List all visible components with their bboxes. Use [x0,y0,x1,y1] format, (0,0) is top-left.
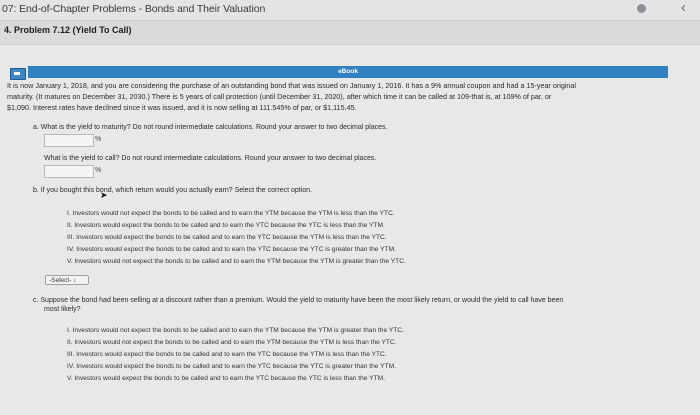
chevron-left-icon[interactable]: ‹ [681,0,686,16]
part-b-select[interactable]: -Select- ↕ [45,275,89,285]
intro-line-1: It is now January 1, 2018, and you are c… [7,81,576,90]
assignment-title: 07: End-of-Chapter Problems - Bonds and … [2,3,266,15]
title-bar: 07: End-of-Chapter Problems - Bonds and … [0,0,700,20]
ytc-percent-label: % [95,167,102,174]
divider [0,20,700,21]
c-option: III. Investors would expect the bonds to… [67,351,387,358]
menu-dot-icon[interactable] [637,4,646,13]
c-option: I. Investors would not expect the bonds … [67,327,404,334]
ytm-input[interactable] [44,134,94,147]
c-option: V. Investors would expect the bonds to b… [67,375,385,382]
mouse-cursor-icon: ➤ [100,190,108,200]
ytc-input[interactable] [44,165,94,178]
question-ytc: What is the yield to call? Do not round … [44,155,377,162]
question-c-line-1: c. Suppose the bond had been selling at … [33,297,564,304]
b-option: V. Investors would not expect the bonds … [67,258,406,265]
ebook-button[interactable]: eBook [28,66,668,78]
problem-heading: 4. Problem 7.12 (Yield To Call) [4,25,132,35]
c-option: II. Investors would not expect the bonds… [67,339,397,346]
b-option: IV. Investors would expect the bonds to … [67,246,396,253]
question-c-line-2: most likely? [44,306,81,313]
c-option: IV. Investors would expect the bonds to … [67,363,396,370]
b-option: I. Investors would not expect the bonds … [67,210,395,217]
ebook-icon[interactable] [10,68,26,80]
b-option: II. Investors would expect the bonds to … [67,222,385,229]
ytm-percent-label: % [95,136,102,143]
intro-line-2: maturity. (It matures on December 31, 20… [7,92,552,101]
b-option: III. Investors would expect the bonds to… [67,234,387,241]
question-b: b. If you bought this bond, which return… [33,187,312,194]
intro-line-3: $1,090. Interest rates have declined sin… [7,103,357,112]
question-ytm: a. What is the yield to maturity? Do not… [33,124,388,131]
